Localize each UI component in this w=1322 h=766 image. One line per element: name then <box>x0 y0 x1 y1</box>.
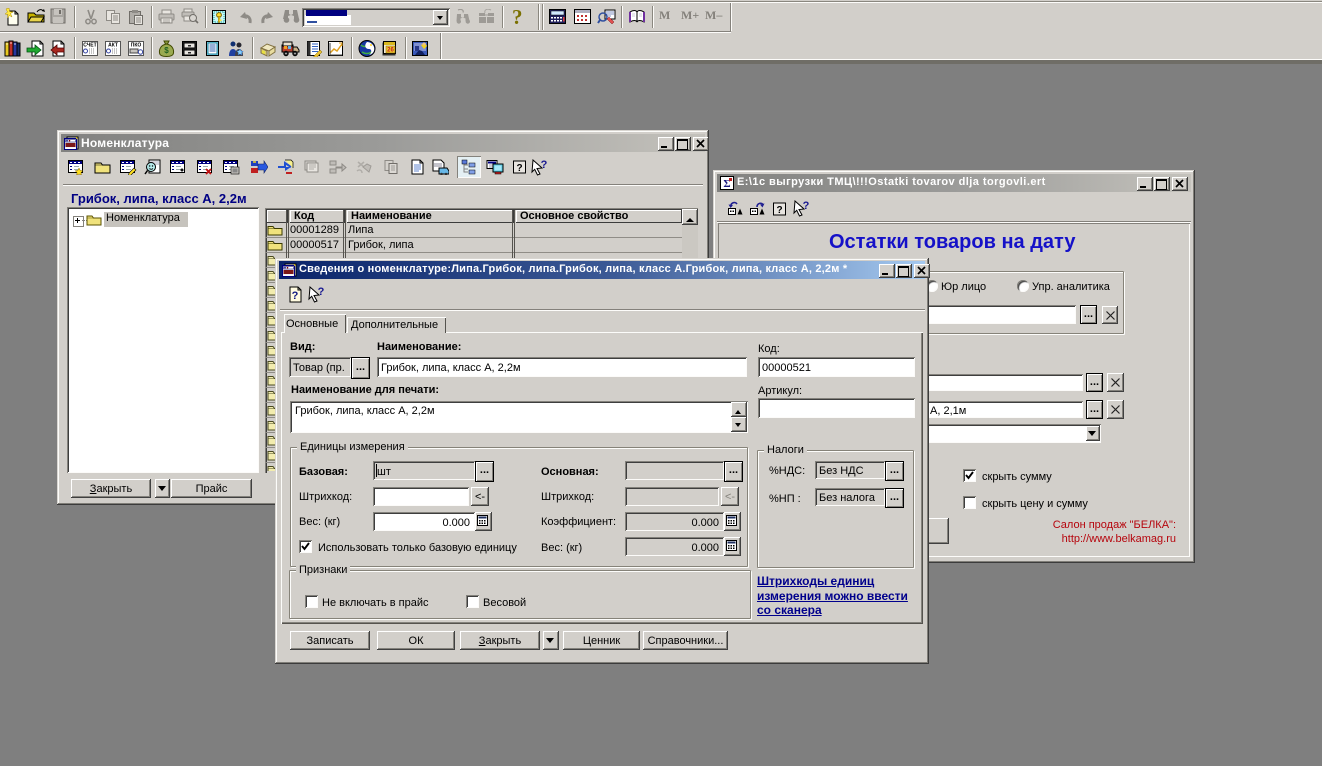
svg-text:ПКО: ПКО <box>131 43 142 49</box>
svg-text:?: ? <box>292 290 299 302</box>
svg-text:СЧЕТ: СЧЕТ <box>83 43 96 49</box>
svg-text:?: ? <box>541 159 548 171</box>
svg-text:?: ? <box>516 163 522 174</box>
svg-text:?: ? <box>318 286 325 298</box>
svg-text:?: ? <box>803 200 810 212</box>
svg-text:26: 26 <box>387 48 394 54</box>
svg-text:$: $ <box>164 46 169 55</box>
svg-text:АКТ: АКТ <box>108 43 118 49</box>
svg-text:?: ? <box>776 205 782 216</box>
